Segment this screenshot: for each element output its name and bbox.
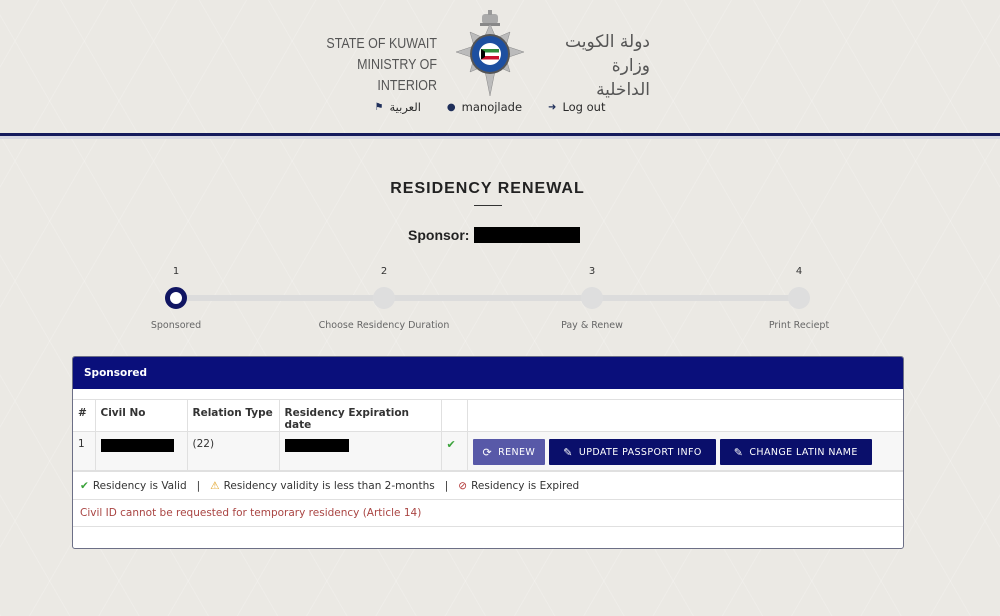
sponsored-panel: Sponsored # Civil No Relation Type Resid… (72, 356, 904, 549)
change-latin-name-label: CHANGE LATIN NAME (749, 446, 858, 458)
logout-label: Log out (562, 100, 606, 114)
col-actions (466, 399, 903, 432)
expiration-date-redacted (284, 439, 349, 452)
step-choose-duration: 2 Choose Residency Duration (304, 265, 464, 331)
step-label: Choose Residency Duration (318, 320, 450, 331)
renew-label: RENEW (498, 446, 536, 458)
top-nav: ⚑ العربية ● manojlade ➜ Log out (0, 100, 1000, 114)
sponsor-line: Sponsor: (408, 227, 581, 243)
legend-separator: | (444, 479, 449, 492)
step-print-receipt: 4 Print Reciept (719, 265, 879, 331)
status-legend: ✔ Residency is Valid | ⚠ Residency valid… (73, 471, 903, 499)
legend-expired-label: Residency is Expired (471, 479, 580, 492)
brand-state-en: STATE OF KUWAIT (326, 36, 437, 52)
warning-icon: ⚠ (210, 479, 220, 492)
update-passport-button[interactable]: ✎ UPDATE PASSPORT INFO (549, 439, 716, 465)
row-index: 1 (73, 431, 96, 471)
col-index: # (73, 399, 96, 432)
legend-valid: ✔ Residency is Valid (80, 480, 187, 492)
sponsor-name-redacted (474, 227, 581, 243)
step-sponsored: 1 Sponsored (96, 265, 256, 331)
brand-ministry-ar: وزارة الداخلية (596, 56, 650, 100)
user-icon: ● (446, 101, 456, 113)
step-label: Sponsored (150, 320, 202, 331)
step-number: 4 (795, 266, 803, 277)
panel-title: Sponsored (73, 357, 903, 389)
update-passport-label: UPDATE PASSPORT INFO (578, 446, 702, 458)
step-pay-renew: 3 Pay & Renew (512, 265, 672, 331)
table-row: 1 (22) ✔ ⟳ RENEW ✎ UPDATE PASSPORT INFO … (73, 431, 903, 471)
refresh-icon: ⟳ (482, 445, 493, 459)
step-number: 3 (588, 266, 596, 277)
legend-expired: ⊘ Residency is Expired (458, 480, 579, 492)
step-dot-active (165, 287, 187, 309)
civil-no-redacted (100, 439, 174, 452)
status-cell: ✔ (440, 431, 468, 471)
legend-warning: ⚠ Residency validity is less than 2-mont… (210, 480, 435, 492)
change-latin-name-button[interactable]: ✎ CHANGE LATIN NAME (719, 439, 872, 465)
step-number: 2 (380, 266, 388, 277)
step-dot (788, 287, 810, 309)
actions-cell: ⟳ RENEW ✎ UPDATE PASSPORT INFO ✎ CHANGE … (466, 431, 903, 471)
step-label: Pay & Renew (561, 320, 623, 331)
user-link[interactable]: ● manojlade (447, 100, 522, 114)
language-link[interactable]: ⚑ العربية (375, 100, 421, 114)
col-expiration-date: Residency Expiration date (278, 399, 442, 432)
col-civil-no: Civil No (94, 399, 188, 432)
renew-button[interactable]: ⟳ RENEW (472, 439, 546, 465)
stepper-track (176, 295, 800, 301)
brand-arabic: دولة الكويت وزارة الداخلية (560, 30, 650, 102)
sponsor-label: Sponsor: (408, 227, 470, 243)
legend-separator: | (196, 479, 201, 492)
brand-ministry-en: MINISTRY OF INTERIOR (357, 57, 437, 94)
col-relation-type: Relation Type (186, 399, 280, 432)
brand-state-ar: دولة الكويت (565, 32, 650, 52)
page-title: RESIDENCY RENEWAL (390, 180, 585, 197)
ban-icon: ⊘ (458, 479, 468, 492)
title-underline (474, 205, 502, 206)
step-dot (581, 287, 603, 309)
step-label: Print Reciept (768, 320, 830, 331)
brand-english: STATE OF KUWAIT MINISTRY OF INTERIOR (319, 34, 437, 97)
edit-icon: ✎ (563, 445, 573, 459)
civil-no-cell (94, 431, 188, 471)
sponsored-table: # Civil No Relation Type Residency Expir… (73, 399, 903, 471)
expiration-date-cell (278, 431, 442, 471)
site-header: STATE OF KUWAIT MINISTRY OF INTERIOR دول… (0, 0, 1000, 132)
table-header-row: # Civil No Relation Type Residency Expir… (73, 399, 903, 432)
check-icon: ✔ (446, 438, 456, 451)
logout-link[interactable]: ➜ Log out (548, 100, 605, 114)
language-label: العربية (389, 100, 421, 114)
kuwait-police-logo (455, 10, 525, 97)
header-divider-shadow (0, 136, 1000, 139)
step-dot (373, 287, 395, 309)
flag-icon: ⚑ (374, 101, 384, 113)
progress-stepper: 1 Sponsored 2 Choose Residency Duration … (0, 265, 1000, 335)
username-label: manojlade (461, 100, 523, 114)
check-icon: ✔ (80, 479, 89, 492)
col-status (440, 399, 468, 432)
relation-type-cell: (22) (186, 431, 280, 471)
civil-id-notice: Civil ID cannot be requested for tempora… (73, 499, 903, 527)
edit-icon: ✎ (733, 445, 744, 459)
legend-valid-label: Residency is Valid (92, 479, 187, 492)
legend-warning-label: Residency validity is less than 2-months (223, 479, 435, 492)
step-number: 1 (172, 266, 180, 277)
sign-out-icon: ➜ (548, 101, 557, 113)
